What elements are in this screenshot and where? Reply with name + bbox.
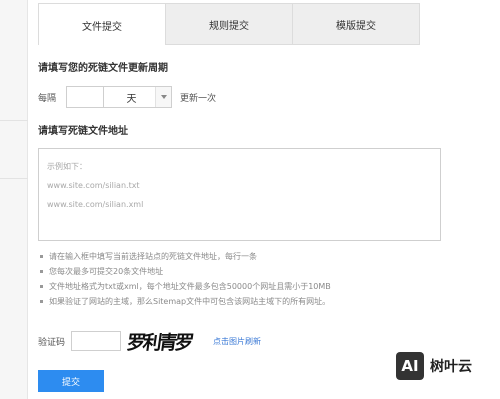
dead-link-url-textarea[interactable]: 示例如下： www.site.com/silian.txt www.site.c… — [38, 148, 441, 241]
note-item: 如果验证了网站的主域，那么Sitemap文件中可包含该网站主域下的所有网址。 — [40, 294, 331, 309]
tab-template-submit[interactable]: 模版提交 — [292, 4, 419, 44]
placeholder-line: www.site.com/silian.xml — [47, 200, 144, 209]
submit-button[interactable]: 提交 — [38, 370, 104, 392]
watermark-logo: AI 树叶云 — [396, 352, 472, 380]
sidebar-divider — [0, 178, 28, 179]
period-input[interactable] — [66, 86, 105, 108]
submission-notes: 请在输入框中填写当前选择站点的死链文件地址，每行一条 您每次最多可提交20条文件… — [40, 249, 331, 309]
note-item: 请在输入框中填写当前选择站点的死链文件地址，每行一条 — [40, 249, 331, 264]
placeholder-line: www.site.com/silian.txt — [47, 181, 140, 190]
captcha-input[interactable] — [71, 331, 122, 351]
captcha-refresh-link[interactable]: 点击图片刷新 — [213, 336, 261, 347]
tab-rule-submit[interactable]: 规则提交 — [165, 4, 292, 44]
placeholder-line: 示例如下： — [47, 162, 87, 171]
watermark-brand: 树叶云 — [430, 359, 472, 375]
update-period-heading: 请填写您的死链文件更新周期 — [38, 63, 168, 74]
tab-file-submit[interactable]: 文件提交 — [39, 4, 165, 46]
note-item: 您每次最多可提交20条文件地址 — [40, 264, 331, 279]
note-item: 文件地址格式为txt或xml，每个地址文件最多包含50000个网址且需小于10M… — [40, 279, 331, 294]
captcha-label: 验证码 — [38, 337, 66, 348]
captcha-image-text: 罗利青罗 — [127, 331, 193, 354]
update-period-row: 每隔 天 更新一次 — [38, 86, 216, 108]
captcha-image[interactable]: 罗利青罗 — [127, 329, 213, 354]
period-prefix-label: 每隔 — [38, 93, 57, 104]
dead-link-url-heading: 请填写死链文件地址 — [38, 126, 128, 137]
period-suffix-label: 更新一次 — [180, 93, 217, 104]
period-unit-select[interactable]: 天 — [104, 86, 173, 108]
sidebar-divider — [0, 120, 28, 121]
left-sidebar-edge — [0, 0, 28, 399]
captcha-row: 验证码 罗利青罗 点击图片刷新 — [38, 329, 261, 354]
submission-tabs: 文件提交 规则提交 模版提交 — [38, 3, 420, 46]
ai-logo-icon: AI — [396, 352, 424, 380]
chevron-down-icon — [155, 87, 172, 107]
